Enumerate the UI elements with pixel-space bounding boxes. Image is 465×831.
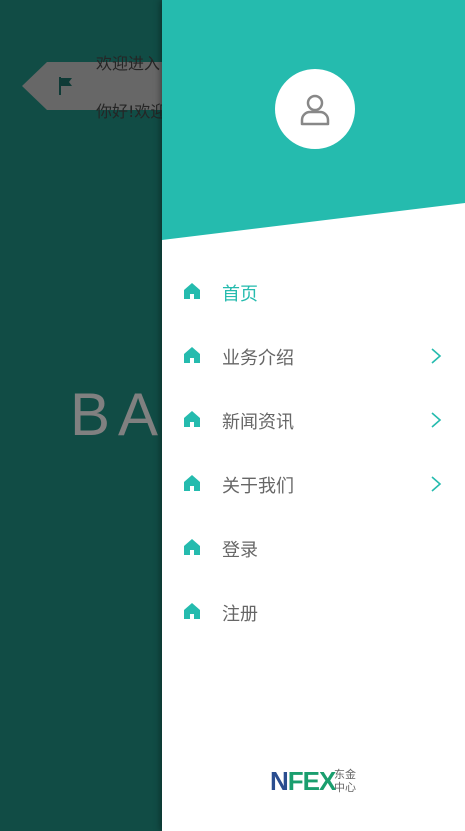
- chevron-right-icon[interactable]: [430, 411, 442, 429]
- logo-mark: NFEX: [270, 766, 337, 797]
- logo-mark-n: N: [270, 766, 289, 796]
- menu-item-home[interactable]: 首页: [162, 260, 465, 324]
- home-icon: [184, 539, 200, 555]
- menu-item-business[interactable]: 业务介绍: [162, 324, 465, 388]
- drawer-header: [162, 0, 465, 240]
- navigation-drawer: 首页 业务介绍 新闻资讯 关于我们 登录 注册 NFEX 东金 中心: [162, 0, 465, 831]
- logo-cn-line1: 东金: [334, 768, 356, 781]
- menu-item-label: 首页: [222, 284, 258, 305]
- menu-item-about[interactable]: 关于我们: [162, 452, 465, 516]
- home-icon: [184, 603, 200, 619]
- menu-item-label: 新闻资讯: [222, 412, 294, 433]
- avatar[interactable]: [275, 69, 355, 149]
- brand-logo: NFEX 东金 中心: [270, 766, 362, 796]
- menu-item-label: 关于我们: [222, 476, 294, 497]
- home-icon: [184, 347, 200, 363]
- chevron-right-icon[interactable]: [430, 347, 442, 365]
- menu-item-login[interactable]: 登录: [162, 516, 465, 580]
- home-icon: [184, 475, 200, 491]
- menu-item-label: 业务介绍: [222, 348, 294, 369]
- logo-cn-line2: 中心: [334, 781, 356, 794]
- home-icon: [184, 283, 200, 299]
- user-icon: [300, 94, 330, 126]
- logo-mark-fex: FEX: [287, 766, 337, 796]
- chevron-right-icon[interactable]: [430, 475, 442, 493]
- menu-item-label: 登录: [222, 540, 258, 561]
- logo-chinese-text: 东金 中心: [334, 768, 360, 794]
- menu-item-register[interactable]: 注册: [162, 580, 465, 644]
- drawer-menu: 首页 业务介绍 新闻资讯 关于我们 登录 注册: [162, 260, 465, 644]
- menu-item-label: 注册: [222, 604, 258, 625]
- home-icon: [184, 411, 200, 427]
- menu-item-news[interactable]: 新闻资讯: [162, 388, 465, 452]
